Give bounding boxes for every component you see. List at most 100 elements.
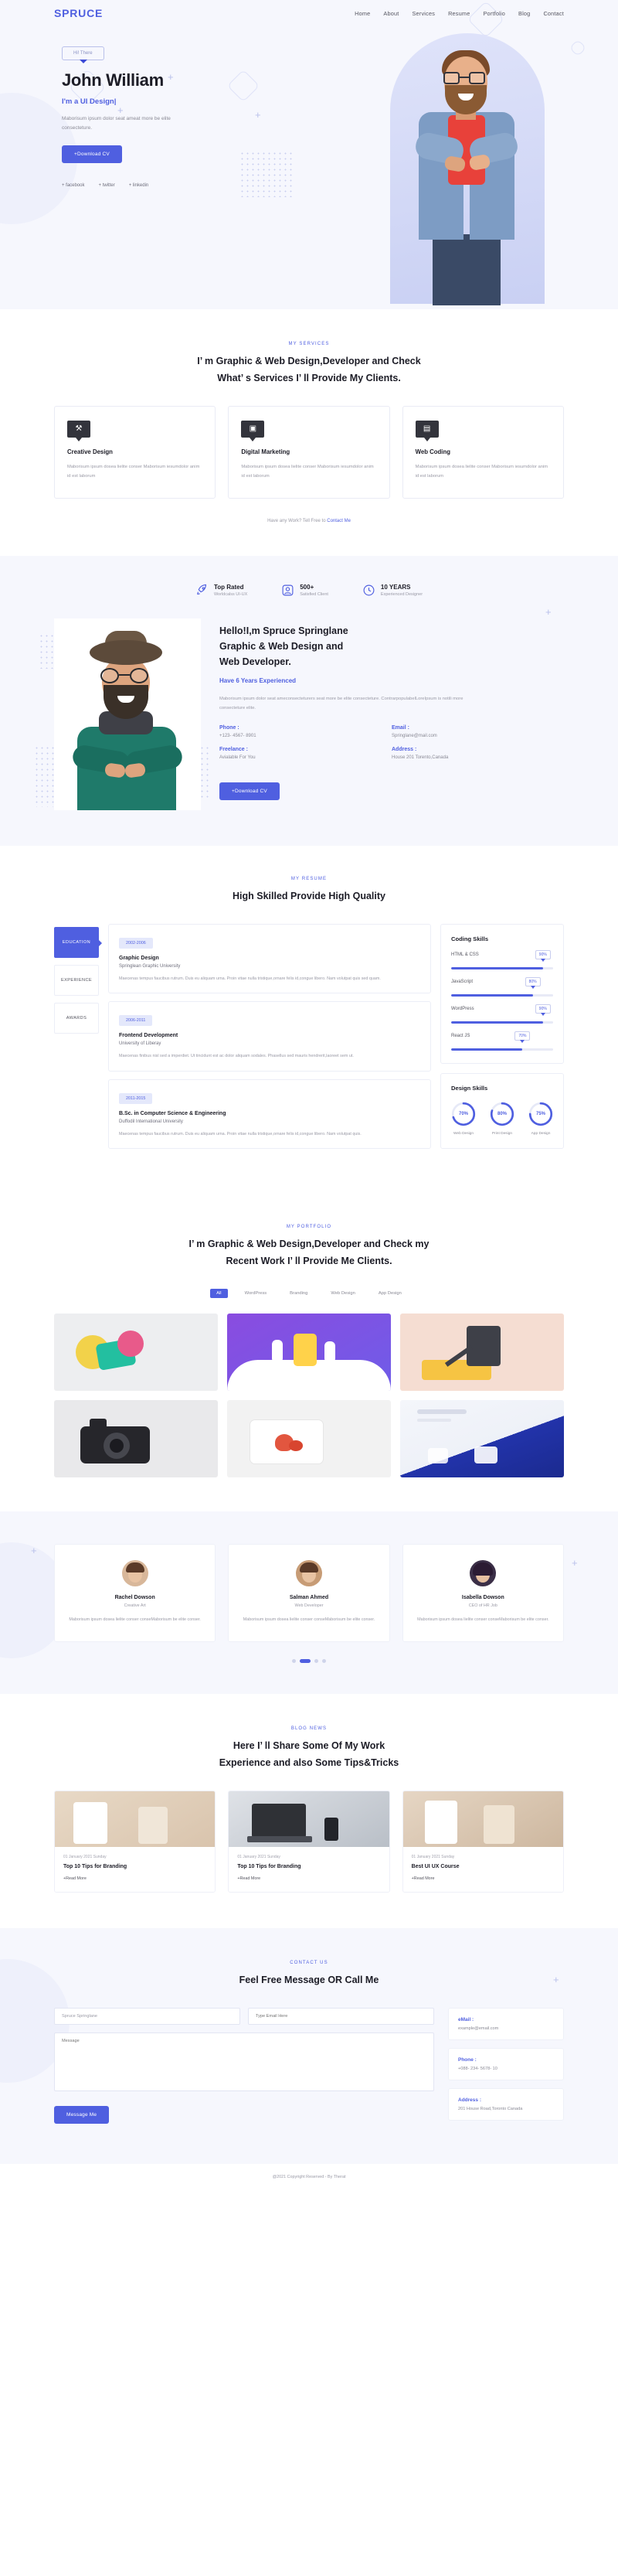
blog-post-title: Top 10 Tips for Branding [237, 1863, 301, 1869]
donut-label: Print Design [491, 1131, 513, 1136]
resume-item-date: 2002-2006 [119, 937, 153, 949]
social-link-linkedin[interactable]: + linkedin [129, 183, 149, 188]
service-card[interactable]: ⚒ Creative Design Maborisum ipsum dosea … [54, 405, 216, 499]
blog-read-more-link[interactable]: +Read More [237, 1876, 380, 1881]
testimonial-card: Isabella Dowson CEO of HR Job Maborisum … [402, 1543, 564, 1643]
nav-item-portfolio[interactable]: Portfolio [483, 10, 505, 17]
hero-download-cv-button[interactable]: +Download CV [62, 145, 122, 164]
hero-text-block: Hi! There John William I'm a UI Design| … [54, 44, 286, 188]
testimonial-name: Rachel Dowson [114, 1594, 155, 1600]
services-title: I’ m Graphic & Web Design,Developer and … [54, 353, 564, 387]
portfolio-item[interactable] [400, 1313, 564, 1391]
testimonial-card: Rachel Dowson Creative Art Maborisum ips… [54, 1543, 216, 1643]
blog-read-more-link[interactable]: +Read More [63, 1876, 206, 1881]
skills-column: Coding Skills HTML & CSS 90% JavaScript … [440, 923, 564, 1158]
stat-value: 10 YEARS [380, 584, 411, 591]
stat-value: 500+ [300, 584, 314, 591]
coding-skills-title: Coding Skills [451, 935, 489, 942]
app-design-donut: 75% [528, 1102, 553, 1126]
contact-form: Message Me [54, 2007, 434, 2128]
resume-item: 2011-2015 B.Sc. in Computer Science & En… [108, 1078, 431, 1149]
skill-row: HTML & CSS 90% [451, 949, 553, 969]
portfolio-item[interactable] [227, 1313, 391, 1391]
contact-title: Feel Free Message OR Call Me [239, 1974, 379, 1985]
testimonial-role: Web Developer [294, 1603, 324, 1608]
portfolio-item[interactable] [400, 1399, 564, 1477]
resume-tab-list: EDUCATION EXPERIENCE AWARDS [54, 924, 102, 1041]
nav-item-blog[interactable]: Blog [518, 10, 530, 17]
resume-item-title: Frontend Development [119, 1033, 178, 1039]
avatar [121, 1559, 148, 1586]
contact-email-input[interactable] [248, 2007, 434, 2025]
social-link-twitter[interactable]: + twitter [99, 183, 115, 188]
resume-item-title: B.Sc. in Computer Science & Engineering [119, 1110, 226, 1116]
portfolio-title: I’ m Graphic & Web Design,Developer and … [54, 1236, 564, 1270]
resume-title: High Skilled Provide High Quality [233, 891, 385, 902]
contact-submit-button[interactable]: Message Me [54, 2105, 110, 2124]
resume-tab-experience[interactable]: EXPERIENCE [54, 964, 99, 996]
testimonial-name: Salman Ahmed [289, 1594, 329, 1600]
resume-tab-education[interactable]: EDUCATION [54, 926, 102, 958]
pagination-dot[interactable] [292, 1659, 296, 1664]
nav-item-about[interactable]: About [383, 10, 399, 17]
service-card-desc: Maborisum ipsum dosea lielite conser Mab… [67, 464, 200, 479]
nav-item-home[interactable]: Home [355, 10, 370, 17]
nav-item-contact[interactable]: Contact [543, 10, 564, 17]
portfolio-filter-web-design[interactable]: Web Design [324, 1289, 361, 1298]
donut-item: 75% App Design [528, 1102, 553, 1136]
about-subheading: Have 6 Years Experienced [219, 677, 297, 685]
donut-label: App Design [531, 1131, 551, 1136]
portfolio-item[interactable] [227, 1399, 391, 1477]
service-card[interactable]: ▤ Web Coding Maborisum ipsum dosea lieli… [402, 405, 564, 499]
top-navigation-bar: SPRUCE Home About Services Resume Portfo… [54, 0, 564, 19]
service-card-title: Digital Marketing [241, 448, 290, 455]
stat-item: 500+ Satisfied Client [281, 584, 328, 597]
portfolio-item[interactable] [54, 1399, 218, 1477]
portfolio-filter-wordpress[interactable]: WordPress [239, 1289, 273, 1298]
donut-value: 75% [535, 1111, 545, 1116]
service-card[interactable]: ▣ Digital Marketing Maborisum ipsum dose… [228, 405, 390, 499]
hero-role-typed: I'm a UI Design| [62, 97, 117, 106]
blog-post-card[interactable]: 01 January 2021 Sunday Best UI UX Course… [402, 1790, 564, 1893]
blog-post-card[interactable]: 01 January 2021 Sunday Top 10 Tips for B… [54, 1790, 216, 1893]
blog-post-meta: 01 January 2021 Sunday [237, 1854, 280, 1859]
skill-row: React JS 70% [451, 1031, 553, 1051]
hero-social-links: + facebook + twitter + linkedin [62, 183, 286, 188]
about-heading-line1: Hello!I,m Spruce Springlane [219, 625, 348, 637]
social-link-facebook[interactable]: + facebook [62, 183, 85, 188]
decorative-diamond [569, 39, 587, 57]
blog-post-card[interactable]: 01 January 2021 Sunday Top 10 Tips for B… [228, 1790, 390, 1893]
portfolio-eyebrow: MY PORTFOLIO [286, 1224, 332, 1229]
skill-percent-badge: 90% [535, 1003, 551, 1016]
contact-name-input[interactable] [54, 2007, 240, 2025]
portfolio-title-line2: Recent Work I’ ll Provide Me Clients. [226, 1255, 392, 1266]
pagination-dot-active[interactable] [300, 1659, 311, 1664]
portfolio-filter-app-design[interactable]: App Design [372, 1289, 408, 1298]
portfolio-filter-all[interactable]: All [210, 1288, 228, 1298]
blog-title-line1: Here I’ ll Share Some Of My Work [233, 1740, 385, 1752]
brand-logo[interactable]: SPRUCE [54, 7, 103, 19]
contact-message-textarea[interactable] [54, 2032, 434, 2091]
services-contact-link[interactable]: Contact Me [327, 519, 351, 523]
service-card-title: Web Coding [415, 448, 450, 455]
contact-info-value: example@email.com [458, 2026, 499, 2031]
nav-item-resume[interactable]: Resume [448, 10, 470, 17]
stat-value: Top Rated [213, 584, 244, 591]
about-paragraph: Maborisum ipsum dolor seat ameconsectetu… [219, 697, 464, 711]
pagination-dot[interactable] [322, 1659, 326, 1664]
about-download-cv-button[interactable]: +Download CV [219, 782, 280, 801]
clock-icon [363, 584, 375, 596]
portfolio-filter-branding[interactable]: Branding [284, 1289, 314, 1298]
portfolio-item[interactable] [54, 1313, 218, 1391]
blog-read-more-link[interactable]: +Read More [412, 1876, 555, 1881]
skill-row: WordPress 90% [451, 1003, 553, 1024]
resume-tab-awards[interactable]: AWARDS [54, 1002, 99, 1034]
stat-label: Satisfied Client [300, 592, 328, 598]
pagination-dot[interactable] [314, 1659, 318, 1664]
print-design-donut: 80% [490, 1102, 514, 1126]
service-card-title: Creative Design [67, 448, 113, 455]
stat-label: Worldcalss UI-UX [213, 592, 248, 598]
services-card-list: ⚒ Creative Design Maborisum ipsum dosea … [54, 405, 564, 499]
contact-info-value: +088- 234- 5678- 10 [458, 2066, 497, 2071]
nav-item-services[interactable]: Services [412, 10, 435, 17]
